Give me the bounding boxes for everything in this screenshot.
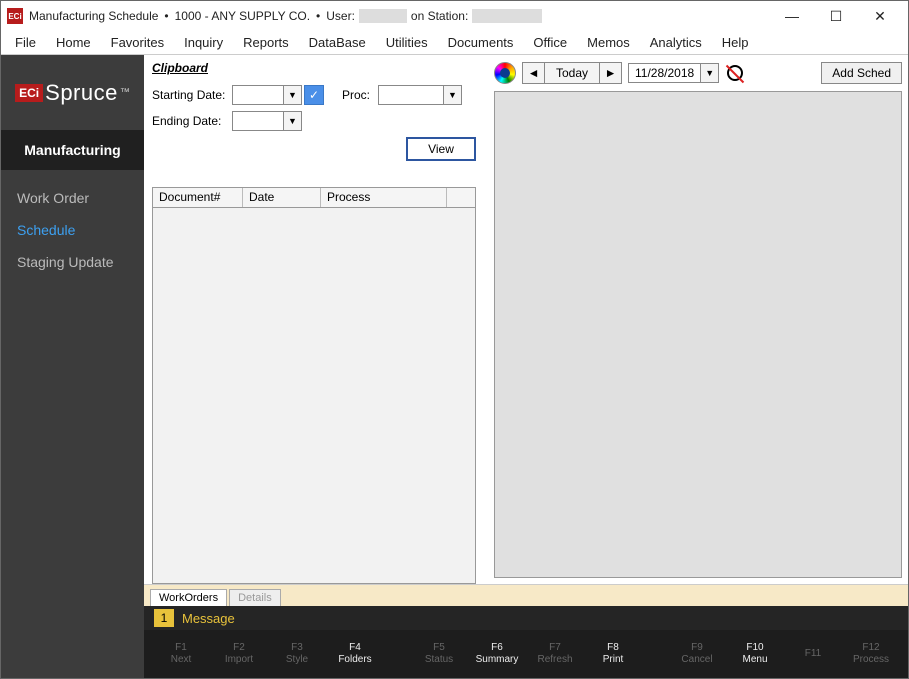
proc-label: Proc:	[342, 88, 378, 102]
status-bar: 1 Message	[144, 606, 908, 630]
fkey-f7: F7Refresh	[526, 642, 584, 666]
app-logo-icon: ECi	[7, 8, 23, 24]
menu-help[interactable]: Help	[712, 33, 759, 52]
menu-reports[interactable]: Reports	[233, 33, 299, 52]
fkey-f4[interactable]: F4Folders	[326, 642, 384, 666]
menubar: File Home Favorites Inquiry Reports Data…	[1, 31, 908, 55]
company-name: 1000 - ANY SUPPLY CO.	[175, 9, 310, 23]
add-sched-button[interactable]: Add Sched	[821, 62, 902, 84]
col-document[interactable]: Document#	[153, 188, 243, 207]
col-extra[interactable]	[447, 188, 475, 207]
today-button[interactable]: Today	[544, 62, 600, 84]
sidebar-item-work-order[interactable]: Work Order	[1, 182, 144, 214]
app-window: ECi Manufacturing Schedule • 1000 - ANY …	[0, 0, 909, 679]
menu-memos[interactable]: Memos	[577, 33, 640, 52]
menu-home[interactable]: Home	[46, 33, 101, 52]
fkey-f6[interactable]: F6Summary	[468, 642, 526, 666]
close-button[interactable]: ✕	[858, 2, 902, 30]
titlebar: ECi Manufacturing Schedule • 1000 - ANY …	[1, 1, 908, 31]
bottom-tabs: WorkOrders Details	[144, 584, 908, 606]
chevron-down-icon[interactable]: ▼	[284, 85, 302, 105]
proc-input[interactable]	[378, 85, 444, 105]
ending-date-input[interactable]	[232, 111, 284, 131]
station-label: on Station:	[411, 9, 468, 23]
tab-workorders[interactable]: WorkOrders	[150, 589, 227, 606]
date-value: 11/28/2018	[628, 63, 701, 83]
fkey-f12: F12Process	[842, 642, 900, 666]
proc-dropdown[interactable]: ▼	[378, 85, 462, 105]
menu-utilities[interactable]: Utilities	[376, 33, 438, 52]
clipboard-title: Clipboard	[152, 61, 476, 75]
function-key-bar: F1NextF2ImportF3StyleF4Folders F5StatusF6…	[144, 630, 908, 678]
menu-inquiry[interactable]: Inquiry	[174, 33, 233, 52]
brand-logo-icon: ECi	[15, 84, 43, 102]
sidebar-item-schedule[interactable]: Schedule	[1, 214, 144, 246]
ending-date-dropdown[interactable]: ▼	[232, 111, 302, 131]
station-value-redacted	[472, 9, 542, 23]
message-count-badge[interactable]: 1	[154, 609, 174, 627]
col-date[interactable]: Date	[243, 188, 321, 207]
sidebar: ECi Spruce ™ Manufacturing Work Order Sc…	[1, 55, 144, 678]
view-button[interactable]: View	[406, 137, 476, 161]
date-picker[interactable]: 11/28/2018 ▼	[628, 63, 719, 83]
no-alarm-icon[interactable]	[725, 63, 745, 83]
color-wheel-icon[interactable]	[494, 62, 516, 84]
brand: ECi Spruce ™	[1, 55, 144, 130]
user-label: User:	[326, 9, 355, 23]
fkey-f3: F3Style	[268, 642, 326, 666]
fkey-f11: F11	[784, 648, 842, 660]
clipboard-table: Document# Date Process	[152, 187, 476, 584]
col-process[interactable]: Process	[321, 188, 447, 207]
prev-button[interactable]: ◄	[522, 62, 544, 84]
fkey-f1: F1Next	[152, 642, 210, 666]
message-link[interactable]: Message	[182, 611, 235, 626]
sidebar-header: Manufacturing	[1, 130, 144, 170]
fkey-f9: F9Cancel	[668, 642, 726, 666]
ending-date-label: Ending Date:	[152, 114, 232, 128]
starting-date-input[interactable]	[232, 85, 284, 105]
window-title: Manufacturing Schedule	[29, 9, 158, 23]
tab-details[interactable]: Details	[229, 589, 281, 606]
user-value-redacted	[359, 9, 407, 23]
menu-office[interactable]: Office	[523, 33, 577, 52]
chevron-down-icon[interactable]: ▼	[284, 111, 302, 131]
clipboard-panel: Clipboard Starting Date: ▼ ✓ Proc:	[144, 55, 484, 584]
schedule-grid[interactable]	[494, 91, 902, 578]
next-button[interactable]: ►	[600, 62, 622, 84]
date-checkbox[interactable]: ✓	[304, 85, 324, 105]
sidebar-item-staging-update[interactable]: Staging Update	[1, 246, 144, 278]
fkey-f2: F2Import	[210, 642, 268, 666]
menu-analytics[interactable]: Analytics	[640, 33, 712, 52]
fkey-f5: F5Status	[410, 642, 468, 666]
fkey-f8[interactable]: F8Print	[584, 642, 642, 666]
menu-file[interactable]: File	[5, 33, 46, 52]
minimize-button[interactable]: —	[770, 2, 814, 30]
clipboard-table-body	[153, 208, 475, 583]
chevron-down-icon[interactable]: ▼	[444, 85, 462, 105]
schedule-panel: ◄ Today ► 11/28/2018 ▼ Add Sched	[494, 55, 902, 584]
menu-database[interactable]: DataBase	[299, 33, 376, 52]
fkey-f10[interactable]: F10Menu	[726, 642, 784, 666]
brand-name: Spruce	[45, 80, 118, 106]
menu-favorites[interactable]: Favorites	[101, 33, 174, 52]
schedule-toolbar: ◄ Today ► 11/28/2018 ▼ Add Sched	[494, 59, 902, 87]
starting-date-dropdown[interactable]: ▼	[232, 85, 302, 105]
chevron-down-icon[interactable]: ▼	[701, 63, 719, 83]
menu-documents[interactable]: Documents	[438, 33, 524, 52]
maximize-button[interactable]: ☐	[814, 2, 858, 30]
starting-date-label: Starting Date:	[152, 88, 232, 102]
